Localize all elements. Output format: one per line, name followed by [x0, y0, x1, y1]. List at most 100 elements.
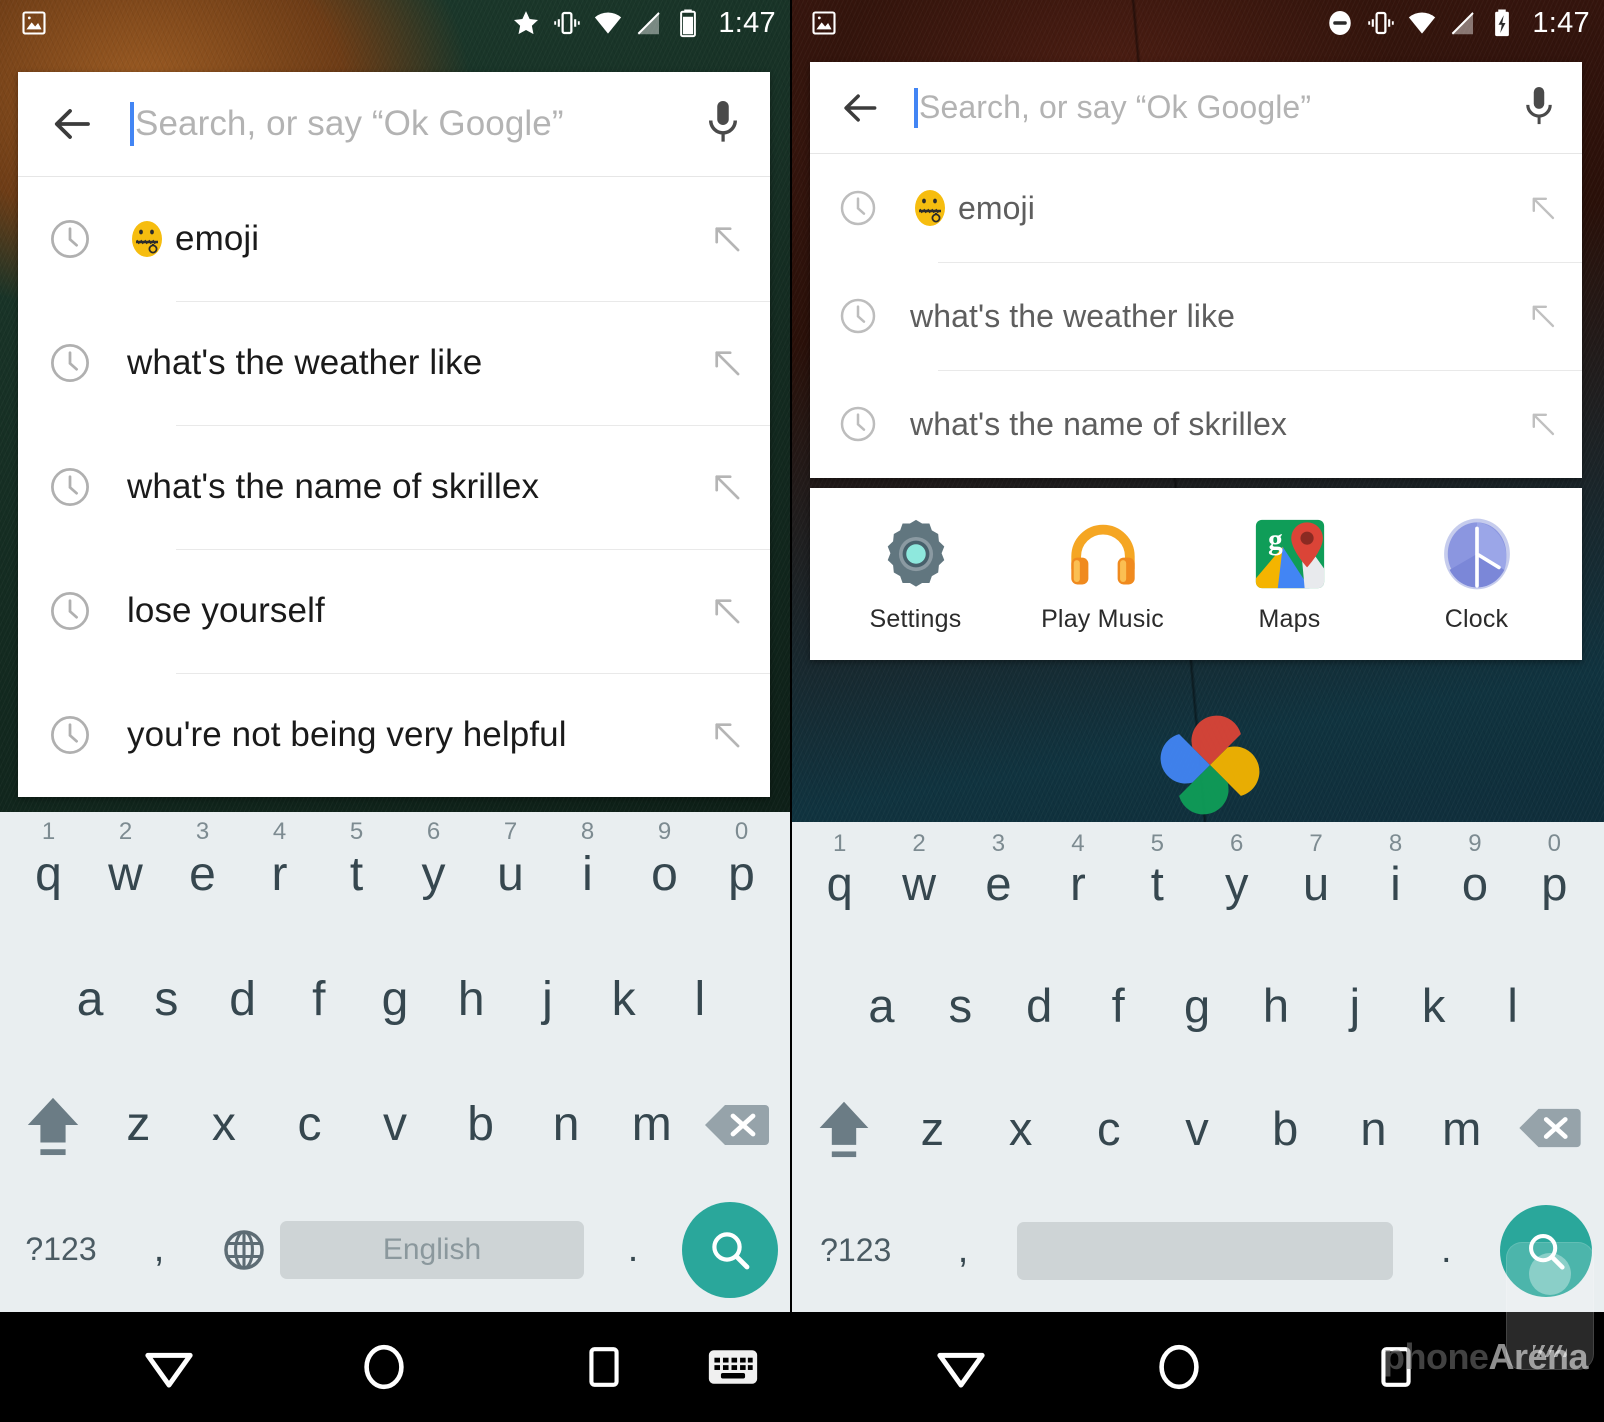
- key-h[interactable]: h: [433, 937, 509, 1062]
- key-a[interactable]: a: [842, 945, 921, 1068]
- microphone-icon[interactable]: [1518, 83, 1560, 133]
- key-g[interactable]: g: [357, 937, 433, 1062]
- search-bar[interactable]: Search, or say “Ok Google”: [810, 62, 1582, 154]
- arrow-up-left-icon[interactable]: [708, 592, 746, 630]
- search-bar[interactable]: Search, or say “Ok Google”: [18, 72, 770, 177]
- key-s[interactable]: s: [128, 937, 204, 1062]
- key-k[interactable]: k: [586, 937, 662, 1062]
- key-v[interactable]: v: [352, 1062, 438, 1187]
- suggestion-row[interactable]: you're not being very helpful: [18, 673, 770, 797]
- key-t[interactable]: 5t: [1118, 822, 1197, 945]
- key-y[interactable]: 6y: [1197, 822, 1276, 945]
- shift-key[interactable]: [800, 1067, 888, 1190]
- key-u[interactable]: 7u: [472, 812, 549, 937]
- search-input[interactable]: Search, or say “Ok Google”: [130, 102, 690, 146]
- space-key[interactable]: English: [280, 1220, 584, 1279]
- key-n[interactable]: n: [523, 1062, 609, 1187]
- key-c[interactable]: c: [267, 1062, 353, 1187]
- arrow-up-left-icon[interactable]: [1526, 407, 1560, 441]
- key-v[interactable]: v: [1153, 1067, 1241, 1190]
- comma-key[interactable]: ,: [110, 1187, 208, 1312]
- nav-recents-button[interactable]: [578, 1341, 630, 1393]
- search-enter-key[interactable]: [682, 1201, 778, 1298]
- key-i[interactable]: 8i: [1356, 822, 1435, 945]
- suggestion-row[interactable]: emoji: [810, 154, 1582, 262]
- key-u[interactable]: 7u: [1276, 822, 1355, 945]
- arrow-up-left-icon[interactable]: [1526, 299, 1560, 333]
- key-w[interactable]: 2w: [879, 822, 958, 945]
- app-shortcut-settings[interactable]: Settings: [836, 515, 996, 634]
- period-key[interactable]: .: [1393, 1190, 1500, 1313]
- app-shortcut-play-music[interactable]: Play Music: [1023, 515, 1183, 634]
- key-s[interactable]: s: [921, 945, 1000, 1068]
- suggestion-row[interactable]: what's the name of skrillex: [810, 370, 1582, 478]
- microphone-icon[interactable]: [700, 97, 746, 151]
- backspace-key[interactable]: [694, 1062, 780, 1187]
- key-d[interactable]: d: [204, 937, 280, 1062]
- back-arrow-icon[interactable]: [48, 100, 96, 148]
- arrow-up-left-icon[interactable]: [1526, 191, 1560, 225]
- key-q[interactable]: 1q: [10, 812, 87, 937]
- nav-home-button[interactable]: [1150, 1338, 1208, 1396]
- suggestion-row[interactable]: what's the weather like: [18, 301, 770, 425]
- key-f[interactable]: f: [1079, 945, 1158, 1068]
- key-d[interactable]: d: [1000, 945, 1079, 1068]
- shift-key[interactable]: [10, 1062, 96, 1187]
- key-l[interactable]: l: [1473, 945, 1552, 1068]
- on-screen-keyboard[interactable]: 1q 2w 3e 4r 5t 6y 7u 8i 9o 0p a s d f g …: [790, 822, 1604, 1312]
- key-i[interactable]: 8i: [549, 812, 626, 937]
- key-y[interactable]: 6y: [395, 812, 472, 937]
- key-r[interactable]: 4r: [1038, 822, 1117, 945]
- key-b[interactable]: b: [438, 1062, 524, 1187]
- nav-keyboard-toggle[interactable]: [707, 1345, 759, 1389]
- key-e[interactable]: 3e: [959, 822, 1038, 945]
- arrow-up-left-icon[interactable]: [708, 344, 746, 382]
- key-p[interactable]: 0p: [1515, 822, 1594, 945]
- suggestion-row[interactable]: lose yourself: [18, 549, 770, 673]
- app-shortcut-clock[interactable]: Clock: [1397, 515, 1557, 634]
- key-z[interactable]: z: [96, 1062, 182, 1187]
- key-j[interactable]: j: [509, 937, 585, 1062]
- comma-key[interactable]: ,: [909, 1190, 1016, 1313]
- search-input[interactable]: Search, or say “Ok Google”: [914, 87, 1508, 128]
- key-o[interactable]: 9o: [626, 812, 703, 937]
- suggestion-row[interactable]: what's the name of skrillex: [18, 425, 770, 549]
- period-key[interactable]: .: [584, 1187, 682, 1312]
- on-screen-keyboard[interactable]: 1q 2w 3e 4r 5t 6y 7u 8i 9o 0p a s d f g …: [0, 812, 790, 1312]
- key-m[interactable]: m: [1418, 1067, 1506, 1190]
- arrow-up-left-icon[interactable]: [708, 716, 746, 754]
- symbols-key[interactable]: ?123: [12, 1187, 110, 1312]
- suggestion-row[interactable]: what's the weather like: [810, 262, 1582, 370]
- key-l[interactable]: l: [662, 937, 738, 1062]
- nav-home-button[interactable]: [355, 1338, 413, 1396]
- nav-back-button[interactable]: [138, 1336, 200, 1398]
- key-z[interactable]: z: [888, 1067, 976, 1190]
- key-g[interactable]: g: [1158, 945, 1237, 1068]
- back-arrow-icon[interactable]: [838, 86, 882, 130]
- key-w[interactable]: 2w: [87, 812, 164, 937]
- key-k[interactable]: k: [1394, 945, 1473, 1068]
- key-n[interactable]: n: [1329, 1067, 1417, 1190]
- key-e[interactable]: 3e: [164, 812, 241, 937]
- key-b[interactable]: b: [1241, 1067, 1329, 1190]
- language-switch-key[interactable]: [208, 1227, 280, 1273]
- nav-back-button[interactable]: [930, 1336, 992, 1398]
- key-a[interactable]: a: [52, 937, 128, 1062]
- key-c[interactable]: c: [1065, 1067, 1153, 1190]
- arrow-up-left-icon[interactable]: [708, 468, 746, 506]
- suggestion-row[interactable]: emoji: [18, 177, 770, 301]
- key-m[interactable]: m: [609, 1062, 695, 1187]
- key-p[interactable]: 0p: [703, 812, 780, 937]
- key-f[interactable]: f: [281, 937, 357, 1062]
- key-x[interactable]: x: [976, 1067, 1064, 1190]
- resize-drag-handle[interactable]: [1506, 1242, 1594, 1370]
- key-o[interactable]: 9o: [1435, 822, 1514, 945]
- arrow-up-left-icon[interactable]: [708, 220, 746, 258]
- key-t[interactable]: 5t: [318, 812, 395, 937]
- key-r[interactable]: 4r: [241, 812, 318, 937]
- symbols-key[interactable]: ?123: [802, 1190, 909, 1313]
- backspace-key[interactable]: [1506, 1067, 1594, 1190]
- key-h[interactable]: h: [1236, 945, 1315, 1068]
- app-shortcut-maps[interactable]: g Maps: [1210, 515, 1370, 634]
- key-q[interactable]: 1q: [800, 822, 879, 945]
